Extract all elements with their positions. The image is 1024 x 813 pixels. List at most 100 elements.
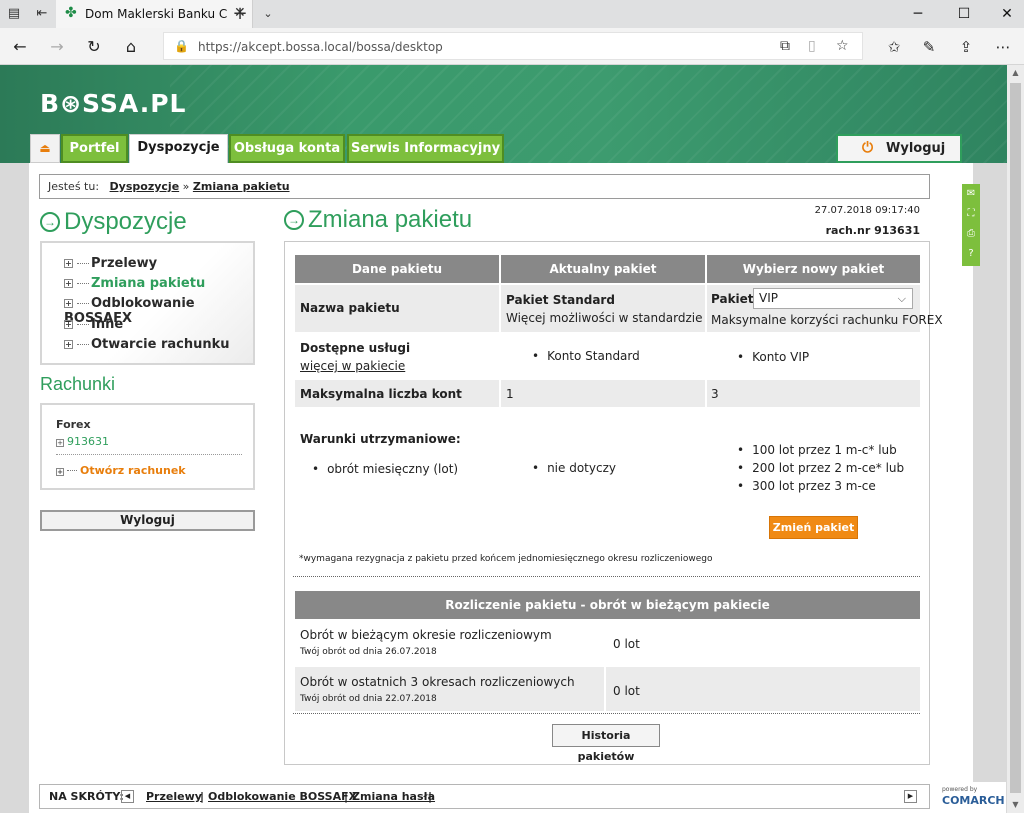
more-icon[interactable]: ⋯: [993, 37, 1013, 57]
settlement-row-1-sub: Twój obrót od dnia 26.07.2018: [300, 647, 437, 657]
shortcut-odblokowanie[interactable]: Odblokowanie BOSSAFX: [208, 785, 357, 808]
comarch-brand: COMARCH: [942, 794, 1005, 807]
nav-serwis-informacyjny[interactable]: Serwis Informacyjny: [347, 134, 504, 163]
url-field[interactable]: 🔒 https://akcept.bossa.local/bossa/deskt…: [163, 32, 863, 60]
col-header-dane: Dane pakietu: [295, 255, 499, 283]
chevron-down-icon[interactable]: ⌄: [260, 6, 276, 22]
change-package-button[interactable]: Zmień pakiet: [769, 516, 858, 539]
power-icon: ⏻: [862, 140, 874, 156]
shortcuts-label: NA SKRÓTY:: [49, 790, 124, 803]
expand-icon: +: [56, 439, 64, 447]
breadcrumb-zmiana-pakietu[interactable]: Zmiana pakietu: [193, 180, 290, 193]
page-scrollbar[interactable]: ▲ ▼: [1007, 65, 1024, 813]
close-window-icon[interactable]: ✕: [997, 4, 1017, 24]
browser-tab[interactable]: ✤ Dom Maklerski Banku C ✕: [56, 0, 253, 28]
divider: [293, 576, 920, 577]
col-header-aktualny: Aktualny pakiet: [501, 255, 705, 283]
new-max-accounts: 3: [711, 387, 719, 401]
package-name-label: Nazwa pakietu: [300, 301, 400, 315]
settlement-row-1-value: 0 lot: [613, 637, 640, 651]
sidebar-title: → Dyspozycje: [40, 208, 187, 236]
sidebar-title-text: Dyspozycje: [64, 208, 187, 235]
sidebar-logout-button[interactable]: Wyloguj: [40, 510, 255, 531]
eject-home-icon[interactable]: ⏏: [30, 134, 60, 163]
shortcut-sep: |: [428, 790, 433, 803]
sidebar-item-zmiana-pakietu[interactable]: + Zmiana pakietu: [64, 276, 205, 291]
comarch-logo: powered by COMARCH: [936, 782, 1006, 813]
nav-dyspozycje[interactable]: Dyspozycje: [129, 134, 228, 163]
page-title: → Zmiana pakietu: [284, 206, 472, 234]
expand-icon: +: [56, 468, 64, 476]
sidebar-item-label: Zmiana pakietu: [91, 276, 206, 291]
tab-list-icon[interactable]: ▤: [6, 6, 22, 22]
set-aside-tabs-icon[interactable]: ⇤: [34, 6, 50, 22]
accounts-title: Rachunki: [40, 374, 116, 394]
breadcrumb-prefix: Jesteś tu:: [48, 180, 100, 193]
arrow-circle-icon: →: [284, 210, 304, 230]
page-title-text: Zmiana pakietu: [308, 206, 473, 233]
browser-tab-title: Dom Maklerski Banku C: [85, 7, 228, 21]
settlement-row-2-value: 0 lot: [613, 684, 640, 698]
divider: [293, 713, 920, 714]
new-condition-1: 100 lot przez 1 m-c* lub: [737, 443, 897, 457]
reading-view-icon[interactable]: ▯: [808, 38, 816, 54]
settlement-row-2-sub: Twój obrót od dnia 22.07.2018: [300, 694, 437, 704]
forward-icon[interactable]: →: [47, 37, 67, 57]
bossa-logo[interactable]: B⊛SSA.PL: [40, 89, 186, 118]
home-icon[interactable]: ⌂: [121, 37, 141, 57]
shortcut-przelewy[interactable]: Przelewy: [146, 785, 202, 808]
chevron-down-icon: ⌵: [897, 292, 906, 305]
breadcrumb-dyspozycje[interactable]: Dyspozycje: [110, 180, 180, 193]
shortcut-zmiana-hasla[interactable]: Zmiana hasła: [352, 785, 435, 808]
sidebar-item-otwarcie-rachunku[interactable]: + Otwarcie rachunku: [64, 337, 230, 352]
scroll-thumb[interactable]: [1010, 83, 1021, 793]
condition-item: obrót miesięczny (lot): [312, 462, 458, 476]
notes-pen-icon[interactable]: ✎: [919, 37, 939, 57]
open-account-link[interactable]: + Otwórz rachunek: [56, 464, 186, 477]
scroll-right-icon[interactable]: ▶: [904, 790, 917, 803]
scroll-down-icon[interactable]: ▼: [1007, 797, 1024, 813]
message-icon[interactable]: ✉: [962, 188, 980, 199]
browser-tab-bar: ▤ ⇤ ✤ Dom Maklerski Banku C ✕ + ⌄ ─ ☐ ✕: [0, 0, 1024, 28]
sitemap-icon[interactable]: ⛶: [962, 208, 980, 219]
sidebar-item-inne[interactable]: + Inne: [64, 317, 123, 332]
sidebar-item-przelewy[interactable]: + Przelewy: [64, 256, 157, 271]
help-icon[interactable]: ?: [962, 248, 980, 259]
share-icon[interactable]: ⇪: [956, 37, 976, 57]
expand-icon: +: [64, 279, 73, 288]
nav-obsluga-konta[interactable]: Obsługa konta: [229, 134, 345, 163]
services-more-link[interactable]: więcej w pakiecie: [300, 359, 405, 373]
scroll-up-icon[interactable]: ▲: [1007, 65, 1024, 81]
logout-top-button[interactable]: ⏻ Wyloguj: [836, 134, 962, 163]
shortcut-sep: |: [200, 790, 205, 803]
extension-icon[interactable]: ⧉: [780, 38, 790, 54]
expand-icon: +: [64, 299, 73, 308]
settlement-row-1-label: Obrót w bieżącym okresie rozliczeniowym: [300, 628, 552, 642]
print-icon[interactable]: ⎙: [962, 228, 980, 239]
settlement-header: Rozliczenie pakietu - obrót w bieżącym p…: [295, 591, 920, 619]
maximize-icon[interactable]: ☐: [954, 4, 974, 24]
favorites-icon[interactable]: ✩: [884, 37, 904, 57]
new-condition-2: 200 lot przez 2 m-ce* lub: [737, 461, 904, 475]
current-condition: nie dotyczy: [532, 461, 616, 475]
new-tab-icon[interactable]: +: [232, 5, 248, 23]
back-icon[interactable]: ←: [10, 37, 30, 57]
account-link[interactable]: +913631: [56, 435, 109, 448]
shortcuts-bar: NA SKRÓTY: ◀ Przelewy | Odblokowanie BOS…: [39, 784, 930, 809]
scroll-left-icon[interactable]: ◀: [121, 790, 134, 803]
refresh-icon[interactable]: ↻: [84, 37, 104, 57]
breadcrumb-sep: »: [182, 180, 190, 193]
sidebar-item-label: Inne: [91, 317, 124, 332]
minimize-icon[interactable]: ─: [908, 4, 928, 24]
col-header-nowy: Wybierz nowy pakiet: [707, 255, 920, 283]
account-number-label: rach.nr 913631: [825, 224, 920, 237]
services-label: Dostępne usługi: [300, 341, 411, 355]
browser-address-bar: ← → ↻ ⌂ 🔒 https://akcept.bossa.local/bos…: [0, 28, 1024, 65]
package-select[interactable]: VIP ⌵: [753, 288, 913, 309]
bossa-favicon-icon: ✤: [65, 5, 77, 21]
account-number: 913631: [67, 435, 109, 448]
expand-icon: +: [64, 320, 73, 329]
package-history-button[interactable]: Historia pakietów: [552, 724, 660, 763]
nav-portfel[interactable]: Portfel: [61, 134, 128, 163]
favorite-star-icon[interactable]: ☆: [836, 38, 849, 54]
